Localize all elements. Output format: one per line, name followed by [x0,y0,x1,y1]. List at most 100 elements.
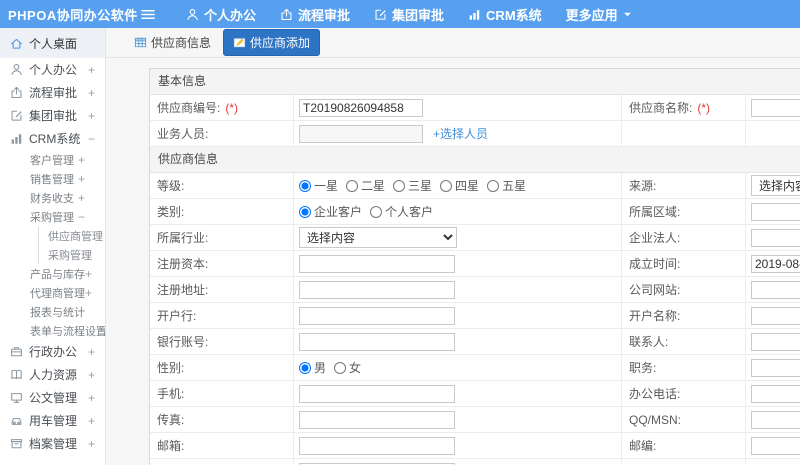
sidebar-item-7[interactable]: 财务收支 + [0,188,105,207]
field-label-cell: 成立时间: [622,251,746,276]
text-input[interactable] [751,306,800,325]
car-icon [10,414,23,427]
sidebar-item-9[interactable]: 供应商管理 [38,226,105,245]
text-input[interactable] [751,254,800,273]
field-label-cell [622,121,746,146]
field-value-cell [746,225,800,250]
tab-0[interactable]: 供应商信息 [134,34,211,51]
radio-input[interactable] [334,361,347,374]
sidebar-item-2[interactable]: 流程审批 + [0,81,105,104]
text-input[interactable] [751,332,800,351]
sidebar-menu: 个人桌面 个人办公 + 流程审批 + 集团审批 + CRM系统 − 客户管理 + 销售管理 + 财务收支 +… [0,28,106,465]
form-row: 供应商编号: (*) 供应商名称: (*) [150,95,800,121]
radio-option[interactable]: 企业客户 [299,203,362,220]
radio-option[interactable]: 五星 [487,177,526,194]
field-value-cell: +选择人员 [294,121,622,146]
text-input[interactable] [299,384,455,403]
select-input[interactable]: 选择内容 [751,175,800,196]
archive-icon [10,437,23,450]
radio-option[interactable]: 男 [299,359,326,376]
topnav-item-4[interactable]: 更多应用 [566,5,632,24]
field-value-cell [294,329,622,354]
tab-label: 供应商信息 [151,36,212,50]
tab-1[interactable]: 供应商添加 [223,29,321,56]
radio-option[interactable]: 四星 [440,177,479,194]
sidebar-item-13[interactable]: 报表与统计 [0,302,105,321]
expand-indicator: + [85,266,93,281]
radio-input[interactable] [440,179,453,192]
radio-option[interactable]: 个人客户 [370,203,433,220]
radio-label: 男 [314,361,327,375]
radio-input[interactable] [299,361,311,374]
sidebar-item-label: 个人办公 [29,63,78,77]
text-input[interactable] [299,332,455,351]
text-input[interactable] [751,436,800,455]
sidebar-item-12[interactable]: 代理商管理 + [0,283,105,302]
radio-label: 个人客户 [385,205,434,219]
radio-input[interactable] [346,179,359,192]
field-value-cell [746,329,800,354]
form-row: 业务人员: +选择人员 [150,121,800,147]
sidebar-item-label: 代理商管理 [30,287,85,300]
text-input[interactable] [751,202,800,221]
text-input[interactable] [751,410,800,429]
radio-input[interactable] [370,205,383,218]
topnav-item-3[interactable]: CRM系统 [468,5,542,24]
sidebar-item-8[interactable]: 采购管理 − [0,207,105,226]
chart-icon [10,132,23,145]
field-value-cell [746,121,800,146]
sidebar-item-label: 供应商管理 [48,230,103,243]
radio-option[interactable]: 三星 [393,177,432,194]
field-label-cell: 开户行: [150,303,294,328]
sidebar-item-16[interactable]: 人力资源 + [0,363,105,386]
text-input[interactable] [751,384,800,403]
sidebar-item-1[interactable]: 个人办公 + [0,58,105,81]
radio-input[interactable] [487,179,500,192]
sidebar-item-18[interactable]: 用车管理 + [0,409,105,432]
field-label: 联系人: [629,335,669,349]
text-input[interactable] [299,98,423,117]
text-input[interactable] [751,98,800,117]
radio-option[interactable]: 一星 [299,177,338,194]
sidebar-item-label: 流程审批 [29,86,78,100]
text-input[interactable] [751,280,800,299]
text-input[interactable] [299,254,455,273]
select-person-link[interactable]: +选择人员 [433,125,488,142]
radio-input[interactable] [299,179,311,192]
sidebar-item-3[interactable]: 集团审批 + [0,104,105,127]
topnav-item-0[interactable]: 个人办公 [186,5,256,24]
sidebar-item-label: 报表与统计 [30,306,85,319]
field-label: 手机: [157,387,185,401]
sidebar-item-17[interactable]: 公文管理 + [0,386,105,409]
radio-option[interactable]: 二星 [346,177,385,194]
text-input[interactable] [299,436,455,455]
radio-input[interactable] [393,179,406,192]
sidebar-item-10[interactable]: 采购管理 [38,245,105,264]
text-input[interactable] [299,280,455,299]
sidebar-item-5[interactable]: 客户管理 + [0,150,105,169]
menu-toggle-icon[interactable] [140,8,156,21]
sidebar-item-0[interactable]: 个人桌面 [0,28,105,58]
sidebar-item-label: CRM系统 [29,132,81,146]
person-input[interactable] [299,124,423,143]
field-value-cell: 企业客户 个人客户 [294,199,622,224]
sidebar-item-15[interactable]: 行政办公 + [0,340,105,363]
radio-input[interactable] [299,205,311,218]
topnav-item-2[interactable]: 集团审批 [374,5,444,24]
expand-indicator: + [87,436,95,451]
text-input[interactable] [751,358,800,377]
sidebar-item-6[interactable]: 销售管理 + [0,169,105,188]
process-icon [280,8,293,21]
text-input[interactable] [299,410,455,429]
sidebar-item-14[interactable]: 表单与流程设置+ [0,321,105,340]
sidebar-item-11[interactable]: 产品与库存 + [0,264,105,283]
text-input[interactable] [299,306,455,325]
field-label-cell: 供应商编号: (*) [150,95,294,120]
field-label: 类别: [157,205,185,219]
text-input[interactable] [751,228,800,247]
select-input[interactable]: 选择内容 [299,227,457,248]
sidebar-item-4[interactable]: CRM系统 − [0,127,105,150]
topnav-item-1[interactable]: 流程审批 [280,5,350,24]
radio-option[interactable]: 女 [334,359,361,376]
sidebar-item-19[interactable]: 档案管理 + [0,432,105,455]
